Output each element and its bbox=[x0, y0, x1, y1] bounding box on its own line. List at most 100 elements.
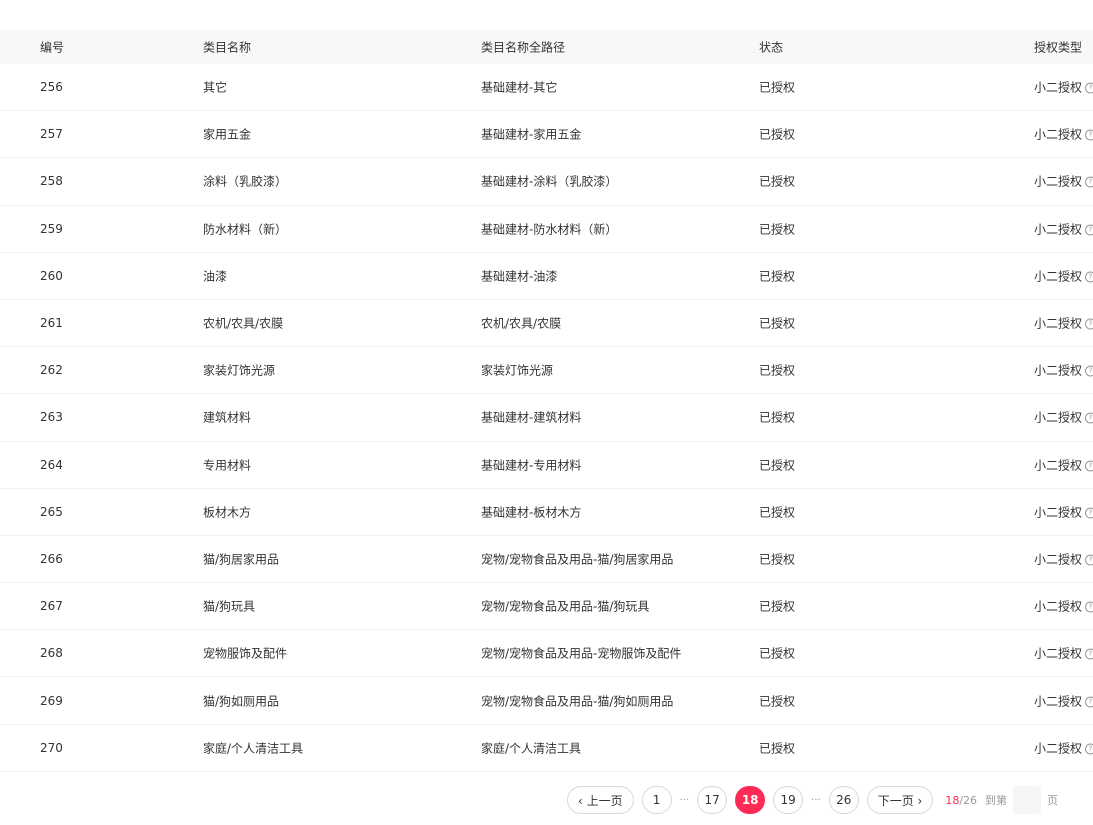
page-button-19[interactable]: 19 bbox=[773, 786, 804, 814]
cell-id: 256 bbox=[40, 80, 63, 95]
cell-auth: 小二授权? bbox=[1034, 267, 1093, 284]
cell-status: 已授权 bbox=[759, 552, 796, 567]
cell-name: 农机/农具/农膜 bbox=[203, 316, 284, 331]
cell-status: 已授权 bbox=[759, 599, 796, 614]
cell-path: 基础建材-涂料（乳胶漆） bbox=[481, 174, 618, 189]
cell-path: 宠物/宠物食品及用品-宠物服饰及配件 bbox=[481, 646, 682, 661]
cell-auth: 小二授权? bbox=[1034, 550, 1093, 567]
question-circle-icon[interactable]: ? bbox=[1085, 82, 1093, 94]
cell-path: 家装灯饰光源 bbox=[481, 363, 554, 378]
goto-page-input[interactable] bbox=[1013, 786, 1042, 814]
question-circle-icon[interactable]: ? bbox=[1085, 271, 1093, 283]
cell-id: 258 bbox=[40, 174, 63, 189]
question-circle-icon[interactable]: ? bbox=[1085, 365, 1093, 377]
next-page-button[interactable]: 下一页 › bbox=[866, 786, 934, 814]
cell-path: 宠物/宠物食品及用品-猫/狗玩具 bbox=[481, 599, 650, 614]
header-auth: 授权类型 bbox=[1034, 40, 1083, 55]
prev-page-button[interactable]: ‹ 上一页 bbox=[567, 786, 634, 814]
cell-auth: 小二授权? bbox=[1034, 409, 1093, 426]
cell-name: 防水材料（新） bbox=[203, 222, 288, 237]
cell-auth: 小二授权? bbox=[1034, 503, 1093, 520]
cell-name: 专用材料 bbox=[203, 458, 252, 473]
table-row: 269 猫/狗如厕用品 宠物/宠物食品及用品-猫/狗如厕用品 已授权 小二授权? bbox=[0, 677, 1093, 725]
cell-id: 262 bbox=[40, 363, 63, 378]
table-row: 265 板材木方 基础建材-板材木方 已授权 小二授权? bbox=[0, 489, 1093, 536]
table-row: 260 油漆 基础建材-油漆 已授权 小二授权? bbox=[0, 253, 1093, 300]
table-row: 267 猫/狗玩具 宠物/宠物食品及用品-猫/狗玩具 已授权 小二授权? bbox=[0, 583, 1093, 631]
question-circle-icon[interactable]: ? bbox=[1085, 743, 1093, 755]
cell-path: 基础建材-家用五金 bbox=[481, 127, 582, 142]
cell-status: 已授权 bbox=[759, 458, 796, 473]
question-circle-icon[interactable]: ? bbox=[1085, 554, 1093, 566]
cell-name: 家装灯饰光源 bbox=[203, 363, 276, 378]
question-circle-icon[interactable]: ? bbox=[1085, 318, 1093, 330]
cell-auth: 小二授权? bbox=[1034, 79, 1093, 96]
cell-auth-label: 小二授权 bbox=[1034, 269, 1083, 284]
cell-id: 263 bbox=[40, 410, 63, 425]
cell-id: 259 bbox=[40, 221, 63, 236]
cell-status: 已授权 bbox=[759, 741, 796, 756]
cell-auth: 小二授权? bbox=[1034, 692, 1093, 709]
cell-auth-label: 小二授权 bbox=[1034, 552, 1083, 567]
question-circle-icon[interactable]: ? bbox=[1085, 176, 1093, 188]
question-circle-icon[interactable]: ? bbox=[1085, 224, 1093, 236]
cell-auth-label: 小二授权 bbox=[1034, 363, 1083, 378]
top-notice-bar bbox=[0, 0, 1093, 14]
table-row: 263 建筑材料 基础建材-建筑材料 已授权 小二授权? bbox=[0, 394, 1093, 442]
goto-label: 到第 bbox=[985, 794, 1008, 807]
page-ellipsis-right: ··· bbox=[811, 794, 821, 806]
table-row: 257 家用五金 基础建材-家用五金 已授权 小二授权? bbox=[0, 111, 1093, 159]
cell-auth-label: 小二授权 bbox=[1034, 80, 1083, 95]
header-status: 状态 bbox=[759, 40, 784, 55]
table-row: 268 宠物服饰及配件 宠物/宠物食品及用品-宠物服饰及配件 已授权 小二授权? bbox=[0, 630, 1093, 678]
cell-id: 269 bbox=[40, 693, 63, 708]
page-button-18-current[interactable]: 18 bbox=[735, 786, 766, 814]
page-indicator-total: /26 bbox=[959, 793, 978, 807]
cell-status: 已授权 bbox=[759, 646, 796, 661]
table-row: 256 其它 基础建材-其它 已授权 小二授权? bbox=[0, 64, 1093, 112]
cell-auth-label: 小二授权 bbox=[1034, 694, 1083, 709]
cell-auth-label: 小二授权 bbox=[1034, 505, 1083, 520]
page-button-17[interactable]: 17 bbox=[697, 786, 728, 814]
cell-auth-label: 小二授权 bbox=[1034, 599, 1083, 614]
cell-status: 已授权 bbox=[759, 410, 796, 425]
header-path: 类目名称全路径 bbox=[481, 40, 566, 55]
page-button-26[interactable]: 26 bbox=[828, 786, 859, 814]
cell-path: 基础建材-油漆 bbox=[481, 269, 558, 284]
table-body: 256 其它 基础建材-其它 已授权 小二授权? 257 家用五金 基础建材-家用五金 已授权小… bbox=[0, 64, 1093, 772]
question-circle-icon[interactable]: ? bbox=[1085, 507, 1093, 519]
cell-auth: 小二授权? bbox=[1034, 362, 1093, 379]
cell-auth-label: 小二授权 bbox=[1034, 222, 1083, 237]
cell-id: 270 bbox=[40, 740, 63, 755]
cell-auth-label: 小二授权 bbox=[1034, 646, 1083, 661]
cell-status: 已授权 bbox=[759, 363, 796, 378]
cell-id: 261 bbox=[40, 316, 63, 331]
table-row: 259 防水材料（新） 基础建材-防水材料（新） 已授权 小二授权? bbox=[0, 206, 1093, 253]
cell-path: 农机/农具/农膜 bbox=[481, 316, 562, 331]
question-circle-icon[interactable]: ? bbox=[1085, 601, 1093, 613]
cell-auth-label: 小二授权 bbox=[1034, 458, 1083, 473]
header-name: 类目名称 bbox=[203, 40, 252, 55]
pagination: ‹ 上一页 1 ··· 17 18 19 ··· 26 下一页 › 18/26 … bbox=[567, 785, 1058, 815]
question-circle-icon[interactable]: ? bbox=[1085, 696, 1093, 708]
table-row: 258 涂料（乳胶漆） 基础建材-涂料（乳胶漆） 已授权 小二授权? bbox=[0, 158, 1093, 206]
cell-auth: 小二授权? bbox=[1034, 645, 1093, 662]
question-circle-icon[interactable]: ? bbox=[1085, 460, 1093, 472]
table-row: 262 家装灯饰光源 家装灯饰光源 已授权 小二授权? bbox=[0, 347, 1093, 395]
cell-auth: 小二授权? bbox=[1034, 739, 1093, 756]
cell-status: 已授权 bbox=[759, 174, 796, 189]
cell-path: 家庭/个人清洁工具 bbox=[481, 741, 582, 756]
table-row: 270 家庭/个人清洁工具 家庭/个人清洁工具 已授权 小二授权? bbox=[0, 725, 1093, 772]
table-row: 261 农机/农具/农膜 农机/农具/农膜 已授权 小二授权? bbox=[0, 300, 1093, 348]
cell-name: 油漆 bbox=[203, 269, 228, 284]
category-table: 编号 类目名称 类目名称全路径 状态 授权类型 256 其它 基础建材-其它 已授权小… bbox=[0, 30, 1093, 772]
cell-name: 板材木方 bbox=[203, 505, 252, 520]
cell-status: 已授权 bbox=[759, 269, 796, 284]
page-button-1[interactable]: 1 bbox=[641, 786, 672, 814]
question-circle-icon[interactable]: ? bbox=[1085, 648, 1093, 660]
cell-path: 基础建材-专用材料 bbox=[481, 458, 582, 473]
cell-name: 宠物服饰及配件 bbox=[203, 646, 288, 661]
question-circle-icon[interactable]: ? bbox=[1085, 129, 1093, 141]
question-circle-icon[interactable]: ? bbox=[1085, 412, 1093, 424]
cell-status: 已授权 bbox=[759, 316, 796, 331]
